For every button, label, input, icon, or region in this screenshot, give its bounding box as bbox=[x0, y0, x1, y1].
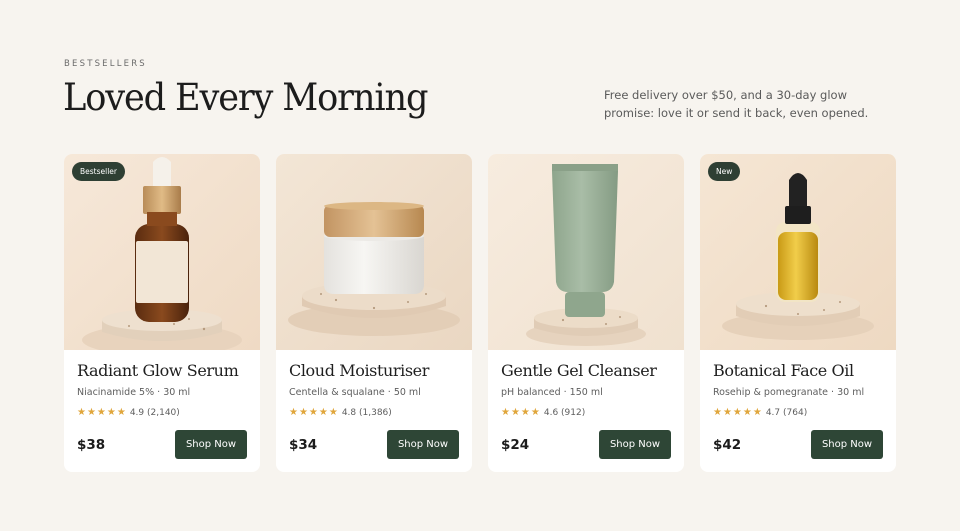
bestseller-badge: Bestseller bbox=[72, 162, 125, 181]
product-card[interactable]: Cloud Moisturiser Centella & squalane · … bbox=[276, 154, 472, 472]
rating-stars-icon: ★★★★★ bbox=[289, 407, 339, 418]
product-detail: pH balanced · 150 ml bbox=[501, 387, 603, 398]
rating-text: 4.6 (912) bbox=[543, 407, 586, 418]
product-detail: Niacinamide 5% · 30 ml bbox=[77, 387, 191, 398]
product-grid: Bestseller Radiant Glow Serum Niacinamid… bbox=[64, 154, 896, 472]
section-title: Loved Every Morning bbox=[63, 76, 428, 119]
rating-text: 4.8 (1,386) bbox=[341, 407, 392, 418]
eyebrow-label: BESTSELLERS bbox=[64, 59, 147, 69]
rating-text: 4.9 (2,140) bbox=[129, 407, 180, 418]
product-rating: ★★★★★ 4.7 (764) bbox=[713, 407, 883, 418]
shop-now-button[interactable]: Shop Now bbox=[811, 430, 883, 459]
product-rating: ★★★★★ 4.8 (1,386) bbox=[289, 407, 459, 418]
product-name[interactable]: Radiant Glow Serum bbox=[77, 361, 247, 380]
product-price: $34 bbox=[289, 436, 318, 453]
shop-now-button[interactable]: Shop Now bbox=[175, 430, 247, 459]
oil-dropper-bottle-icon bbox=[700, 154, 896, 350]
product-card[interactable]: New Botanical Face Oil Rosehip & pomegra… bbox=[700, 154, 896, 472]
product-price: $38 bbox=[77, 436, 106, 453]
product-image[interactable] bbox=[276, 154, 472, 350]
product-price: $24 bbox=[501, 436, 530, 453]
product-name[interactable]: Gentle Gel Cleanser bbox=[501, 361, 671, 380]
product-card[interactable]: Bestseller Radiant Glow Serum Niacinamid… bbox=[64, 154, 260, 472]
product-card[interactable]: Gentle Gel Cleanser pH balanced · 150 ml… bbox=[488, 154, 684, 472]
rating-stars-icon: ★★★★★ bbox=[713, 407, 763, 418]
product-name[interactable]: Cloud Moisturiser bbox=[289, 361, 459, 380]
shop-now-button[interactable]: Shop Now bbox=[387, 430, 459, 459]
promo-text: Free delivery over $50, and a 30-day glo… bbox=[604, 88, 869, 120]
product-image[interactable]: Bestseller bbox=[64, 154, 260, 350]
product-rating: ★★★★★ 4.9 (2,140) bbox=[77, 407, 247, 418]
amber-dropper-bottle-icon bbox=[64, 154, 260, 350]
rating-stars-icon: ★★★★ bbox=[501, 407, 541, 418]
cream-jar-icon bbox=[276, 154, 472, 350]
product-detail: Centella & squalane · 50 ml bbox=[289, 387, 421, 398]
new-badge: New bbox=[708, 162, 741, 181]
product-rating: ★★★★ 4.6 (912) bbox=[501, 407, 671, 418]
product-detail: Rosehip & pomegranate · 30 ml bbox=[713, 387, 865, 398]
rating-stars-icon: ★★★★★ bbox=[77, 407, 127, 418]
sage-tube-icon bbox=[488, 154, 684, 350]
shop-now-button[interactable]: Shop Now bbox=[599, 430, 671, 459]
rating-text: 4.7 (764) bbox=[765, 407, 808, 418]
product-image[interactable]: New bbox=[700, 154, 896, 350]
product-name[interactable]: Botanical Face Oil bbox=[713, 361, 883, 380]
product-price: $42 bbox=[713, 436, 742, 453]
product-image[interactable] bbox=[488, 154, 684, 350]
